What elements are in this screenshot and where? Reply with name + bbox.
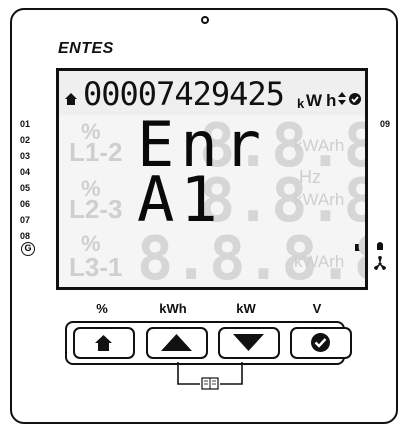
down-button[interactable] [218, 327, 280, 359]
counter-unit-k: k [297, 96, 305, 111]
channel-label-08: 08 [20, 231, 31, 241]
row3-unit: kWArh [294, 252, 344, 271]
ok-button[interactable] [290, 327, 352, 359]
button-label-percent: % [96, 301, 108, 316]
button-label-kwh: kWh [159, 301, 187, 316]
channel-label-05: 05 [20, 183, 31, 193]
up-button[interactable] [146, 327, 208, 359]
button-label-kw: kW [236, 301, 256, 316]
row1-unit: kWArh [294, 136, 344, 155]
home-indicator-icon [65, 93, 77, 105]
alarm-icon [377, 242, 383, 250]
channel-label-09: 09 [380, 119, 391, 129]
brand-logo: ENTES [58, 40, 114, 57]
phase-indicator-2: L2-3 [69, 194, 122, 224]
triangle-down-icon [233, 334, 264, 351]
phase-indicator-1: L1-2 [69, 137, 122, 167]
channel-label-02: 02 [20, 135, 31, 145]
channel-label-04: 04 [20, 167, 31, 177]
check-icon [311, 333, 330, 352]
channel-label-01: 01 [20, 119, 31, 129]
counter-unit-w: W [306, 91, 323, 110]
mount-hole [201, 16, 209, 24]
lcd-segments: 00007429425 k W h % L1-2 % L2-3 % L3-1 8… [65, 75, 365, 287]
up-down-indicator-icon [338, 92, 346, 105]
home-button[interactable] [73, 327, 135, 359]
channel-label-07: 07 [20, 215, 31, 225]
counter-unit-h: h [326, 91, 336, 110]
combo-bracket [177, 362, 243, 390]
home-icon [95, 335, 112, 351]
phase-indicator-3: L3-1 [69, 252, 122, 282]
fan-icon [374, 256, 386, 270]
channel-label-06: 06 [20, 199, 31, 209]
row2-unit: kWArh [294, 190, 344, 209]
button-label-v: V [312, 301, 322, 316]
channel-label-03: 03 [20, 151, 31, 161]
row2-unit-hz: Hz [299, 167, 321, 187]
check-indicator-icon [349, 93, 361, 105]
triangle-up-icon [161, 334, 192, 351]
ground-label: G [21, 242, 35, 256]
book-icon [201, 377, 219, 390]
row2-value: A1 [137, 163, 224, 236]
